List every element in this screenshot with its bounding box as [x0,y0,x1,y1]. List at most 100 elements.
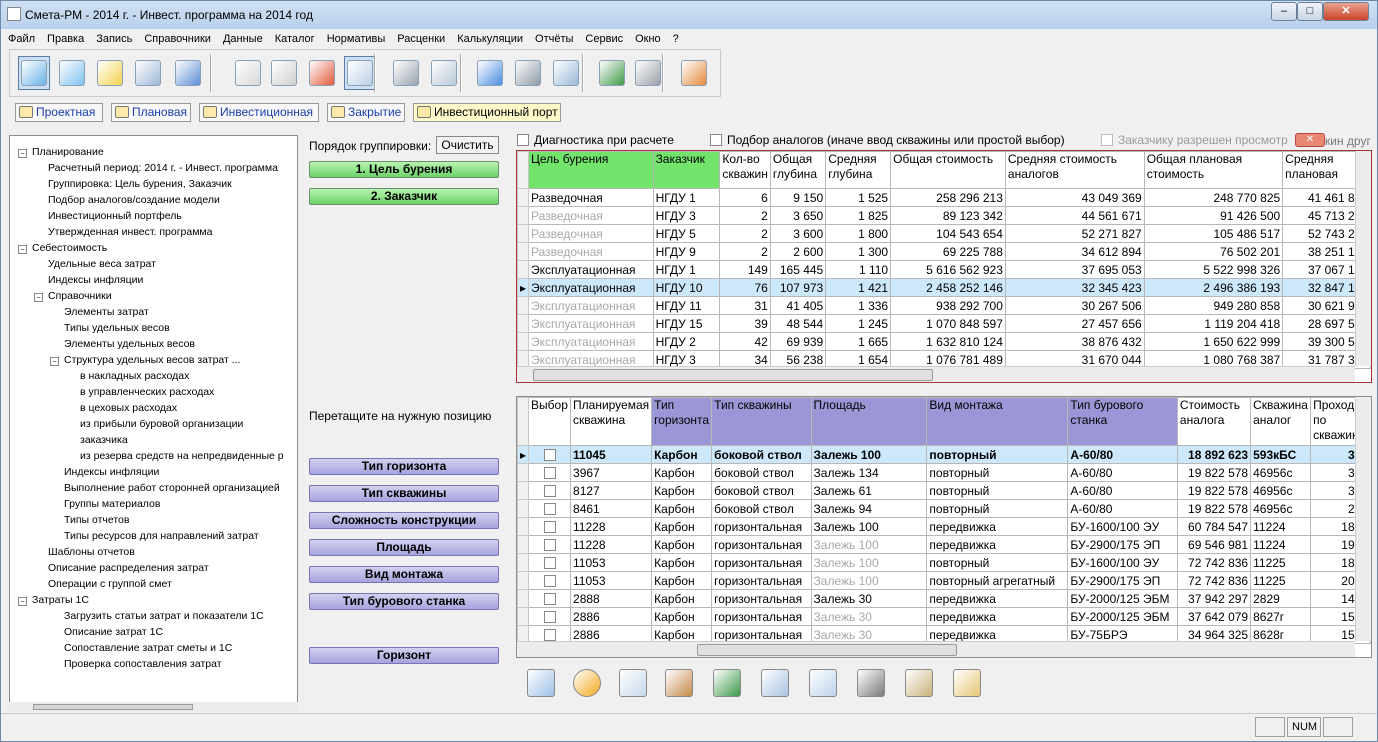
summary-cell[interactable]: 6 [719,188,771,207]
wells-cell[interactable]: 8127 [570,481,653,500]
wells-cell[interactable]: боковой ствол [711,463,812,482]
mode-project-button[interactable]: Проектная [15,103,103,122]
tree-node[interactable]: Шаблоны отчетов [48,545,135,560]
wells-cell[interactable]: горизонтальная [711,535,812,554]
summary-cell[interactable]: 1 525 [825,188,892,207]
customer-view-checkbox[interactable]: Заказчику разрешен просмотр [1101,133,1288,147]
wells-cell[interactable]: повторный [926,481,1069,500]
summary-cell[interactable]: 38 876 432 [1004,332,1145,351]
tree-node[interactable]: − Затраты 1С [18,593,89,608]
clear-filter-icon[interactable] [512,56,544,90]
select-checkbox[interactable] [543,575,556,588]
wells-cell[interactable]: А-60/80 [1067,463,1178,482]
summary-cell[interactable]: 48 544 [769,314,827,333]
edit-icon[interactable] [344,56,376,90]
summary-cell[interactable]: 42 [719,332,771,351]
wells-cell[interactable]: 19 822 578 [1176,481,1252,500]
group-field-mount-type[interactable]: Вид монтажа [309,566,499,583]
wells-cell[interactable]: БУ-1600/100 ЭУ [1067,517,1178,536]
table-row[interactable]: 8127 Карбон боковой ствол Залежь 61 повторны… [517,481,1371,500]
tree-node[interactable]: Проверка сопоставления затрат [64,657,222,672]
summary-cell[interactable]: Разведочная [528,242,654,261]
wells-cell[interactable]: 11053 [570,553,653,572]
menu-item[interactable]: Нормативы [320,31,391,45]
wells-cell[interactable]: Залежь 100 [810,553,928,572]
menu-item[interactable]: ? [666,31,684,45]
wells-cell[interactable]: горизонтальная [711,571,812,590]
select-cell[interactable] [528,607,572,626]
wells-cell[interactable]: 11045 [570,445,653,464]
tree-node[interactable]: в управленческих расходах [80,385,214,400]
summary-cell[interactable]: 76 [719,278,771,297]
mode-closing-button[interactable]: Закрытие [327,103,405,122]
tree-node[interactable]: Утвержденная инвест. программа [48,225,213,240]
wells-col-header[interactable]: Площадь [810,397,928,446]
summary-cell[interactable]: 41 405 [769,296,827,315]
summary-cell[interactable]: 1 110 [825,260,892,279]
summary-col-header[interactable]: Общая плановая стоимость [1143,151,1284,189]
summary-cell[interactable]: 2 [719,206,771,225]
menu-item[interactable]: Файл [1,31,40,45]
wells-cell[interactable]: передвижка [926,535,1069,554]
wells-cell[interactable]: горизонтальная [711,553,812,572]
tree-node[interactable]: Типы ресурсов для направлений затрат [64,529,259,544]
summary-cell[interactable]: 2 458 252 146 [890,278,1006,297]
group-field-area[interactable]: Площадь [309,539,499,556]
summary-cell[interactable]: НГДУ 15 [652,314,721,333]
tree-node[interactable]: Типы отчетов [64,513,129,528]
summary-cell[interactable]: Разведочная [528,206,654,225]
menu-item[interactable]: Окно [628,31,666,45]
summary-cell[interactable]: 1 421 [825,278,892,297]
wells-cell[interactable]: Карбон [651,517,713,536]
wells-cell[interactable]: 11224 [1250,517,1312,536]
table-row[interactable]: ▸ Эксплуатационная НГДУ 10 76 107 973 1 421 2 … [517,278,1371,297]
summary-cell[interactable]: 69 939 [769,332,827,351]
summary-cell[interactable]: НГДУ 10 [652,278,721,297]
summary-col-header[interactable]: Общая глубина [769,151,827,189]
tree-node[interactable]: в цеховых расходах [80,401,177,416]
wells-cell[interactable]: Залежь 94 [810,499,928,518]
excel-export-icon[interactable] [596,56,628,90]
tree-node[interactable]: Индексы инфляции [48,273,143,288]
summary-cell[interactable]: 1 650 622 999 [1143,332,1284,351]
wells-cell[interactable]: Карбон [651,535,713,554]
group-field-horizon[interactable]: Горизонт [309,647,499,664]
warning-icon[interactable] [571,666,603,700]
table-row[interactable]: 2886 Карбон горизонтальная Залежь 30 передви… [517,607,1371,626]
wells-col-header[interactable]: Тип горизонта [651,397,713,446]
signpost-icon[interactable] [663,666,695,700]
table-row[interactable]: Эксплуатационная НГДУ 15 39 48 544 1 245 1 07… [517,314,1371,333]
wells-cell[interactable]: передвижка [926,607,1069,626]
tree-node[interactable]: Группы материалов [64,497,160,512]
wells-cell[interactable]: передвижка [926,589,1069,608]
summary-cell[interactable]: 34 612 894 [1004,242,1145,261]
collapse-icon[interactable]: − [50,357,59,366]
wells-cell[interactable]: 2888 [570,589,653,608]
summary-cell[interactable]: Разведочная [528,224,654,243]
tree-node[interactable]: − Справочники [34,289,112,304]
select-checkbox[interactable] [543,503,556,516]
table-row[interactable]: Эксплуатационная НГДУ 1 149 165 445 1 110 5 6… [517,260,1371,279]
wells-cell[interactable]: Залежь 30 [810,607,928,626]
wells-cell[interactable]: А-60/80 [1067,481,1178,500]
mode-planned-button[interactable]: Плановая [111,103,191,122]
wells-cell[interactable]: повторный агрегатный [926,571,1069,590]
summary-cell[interactable]: НГДУ 5 [652,224,721,243]
summary-cell[interactable]: 1 300 [825,242,892,261]
table-row[interactable]: 11228 Карбон горизонтальная Залежь 100 перед… [517,535,1371,554]
group-field-rig-type[interactable]: Тип бурового станка [309,593,499,610]
summary-cell[interactable]: 258 296 213 [890,188,1006,207]
select-checkbox[interactable] [543,449,556,462]
wells-grid[interactable]: Выбор Планируемая скважина Тип горизонта Ти… [516,396,1372,658]
summary-cell[interactable]: 3 600 [769,224,827,243]
summary-cell[interactable]: НГДУ 3 [652,206,721,225]
table-row[interactable]: 2888 Карбон горизонтальная Залежь 30 передви… [517,589,1371,608]
wells-cell[interactable]: 593кБС [1250,445,1312,464]
summary-col-header[interactable]: Средняя глубина [825,151,892,189]
summary-cell[interactable]: 76 502 201 [1143,242,1284,261]
summary-cell[interactable]: 149 [719,260,771,279]
summary-cell[interactable]: 938 292 700 [890,296,1006,315]
select-checkbox[interactable] [543,593,556,606]
wells-cell[interactable]: 37 942 297 [1176,589,1252,608]
book-icon[interactable] [951,666,983,700]
